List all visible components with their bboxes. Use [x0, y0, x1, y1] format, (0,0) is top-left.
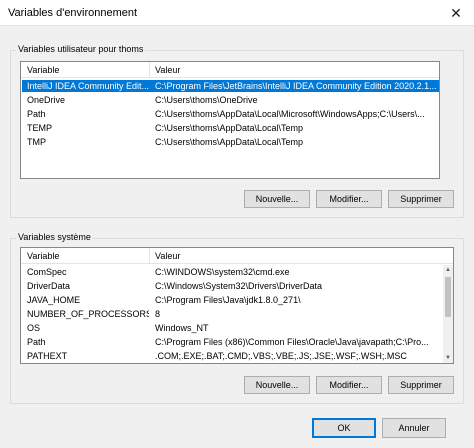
cell-variable: IntelliJ IDEA Community Edit...	[27, 81, 149, 91]
scroll-up-icon[interactable]: ▲	[443, 265, 453, 275]
cell-variable: Path	[27, 337, 46, 347]
cell-value: C:\Program Files\JetBrains\IntelliJ IDEA…	[155, 81, 437, 91]
cell-variable: PATHEXT	[27, 351, 68, 361]
table-row[interactable]: Path C:\Program Files (x86)\Common Files\…	[22, 336, 440, 348]
table-row[interactable]: IntelliJ IDEA Community Edit... C:\Progra…	[22, 80, 439, 92]
system-edit-button[interactable]: Modifier...	[316, 376, 382, 394]
column-separator[interactable]	[149, 62, 150, 78]
user-new-button[interactable]: Nouvelle...	[244, 190, 310, 208]
cell-variable: TEMP	[27, 123, 53, 133]
list-header: Variable Valeur	[21, 248, 453, 264]
column-header-value[interactable]: Valeur	[155, 251, 180, 261]
cell-value: C:\Users\thoms\AppData\Local\Temp	[155, 123, 304, 133]
cell-variable: DriverData	[27, 281, 71, 291]
user-variables-label: Variables utilisateur pour thoms	[16, 44, 146, 54]
user-delete-button[interactable]: Supprimer	[388, 190, 454, 208]
ok-button[interactable]: OK	[312, 418, 376, 438]
cell-variable: NUMBER_OF_PROCESSORS	[27, 309, 149, 319]
column-separator[interactable]	[149, 248, 150, 264]
table-row[interactable]: JAVA_HOME C:\Program Files\Java\jdk1.8.0_…	[22, 294, 440, 306]
column-header-value[interactable]: Valeur	[155, 65, 180, 75]
table-row[interactable]: OneDrive C:\Users\thoms\OneDrive	[22, 94, 439, 106]
cell-variable: ComSpec	[27, 267, 67, 277]
table-row[interactable]: DriverData C:\Windows\System32\Drivers\Dr…	[22, 280, 440, 292]
cell-value: C:\Program Files\Java\jdk1.8.0_271\	[155, 295, 301, 305]
cell-value: C:\Windows\System32\Drivers\DriverData	[155, 281, 323, 291]
table-row[interactable]: NUMBER_OF_PROCESSORS 8	[22, 308, 440, 320]
cancel-button[interactable]: Annuler	[382, 418, 446, 438]
vertical-scrollbar[interactable]: ▲ ▼	[443, 265, 453, 363]
cell-variable: TMP	[27, 137, 46, 147]
table-row[interactable]: ComSpec C:\WINDOWS\system32\cmd.exe	[22, 266, 440, 278]
table-row[interactable]: TMP C:\Users\thoms\AppData\Local\Temp	[22, 136, 439, 148]
scroll-thumb[interactable]	[445, 277, 451, 317]
cell-value: .COM;.EXE;.BAT;.CMD;.VBS;.VBE;.JS;.JSE;.…	[155, 351, 407, 361]
table-row[interactable]: PATHEXT .COM;.EXE;.BAT;.CMD;.VBS;.VBE;.JS…	[22, 350, 440, 362]
cell-value: C:\Users\thoms\OneDrive	[155, 95, 258, 105]
column-header-variable[interactable]: Variable	[27, 251, 59, 261]
cell-value: C:\WINDOWS\system32\cmd.exe	[155, 267, 290, 277]
user-variables-list[interactable]: Variable Valeur IntelliJ IDEA Community …	[20, 61, 440, 179]
cell-value: Windows_NT	[155, 323, 209, 333]
system-variables-label: Variables système	[16, 232, 93, 242]
table-row[interactable]: TEMP C:\Users\thoms\AppData\Local\Temp	[22, 122, 439, 134]
cell-variable: OneDrive	[27, 95, 66, 105]
cell-variable: OS	[27, 323, 41, 333]
window-title: Variables d'environnement	[8, 7, 138, 19]
cell-value: C:\Users\thoms\AppData\Local\Microsoft\W…	[155, 109, 425, 119]
system-variables-list[interactable]: Variable Valeur ComSpec C:\WINDOWS\system…	[20, 247, 454, 364]
cell-value: C:\Program Files (x86)\Common Files\Orac…	[155, 337, 429, 347]
close-icon[interactable]: ✕	[446, 3, 466, 23]
cell-variable: JAVA_HOME	[27, 295, 81, 305]
user-edit-button[interactable]: Modifier...	[316, 190, 382, 208]
title-bar: Variables d'environnement ✕	[0, 0, 474, 26]
cell-variable: Path	[27, 109, 46, 119]
system-delete-button[interactable]: Supprimer	[388, 376, 454, 394]
column-header-variable[interactable]: Variable	[27, 65, 59, 75]
system-new-button[interactable]: Nouvelle...	[244, 376, 310, 394]
list-header: Variable Valeur	[21, 62, 439, 78]
table-row[interactable]: OS Windows_NT	[22, 322, 440, 334]
cell-value: 8	[155, 309, 161, 319]
table-row[interactable]: Path C:\Users\thoms\AppData\Local\Microso…	[22, 108, 439, 120]
cell-value: C:\Users\thoms\AppData\Local\Temp	[155, 137, 304, 147]
scroll-down-icon[interactable]: ▼	[443, 353, 453, 363]
